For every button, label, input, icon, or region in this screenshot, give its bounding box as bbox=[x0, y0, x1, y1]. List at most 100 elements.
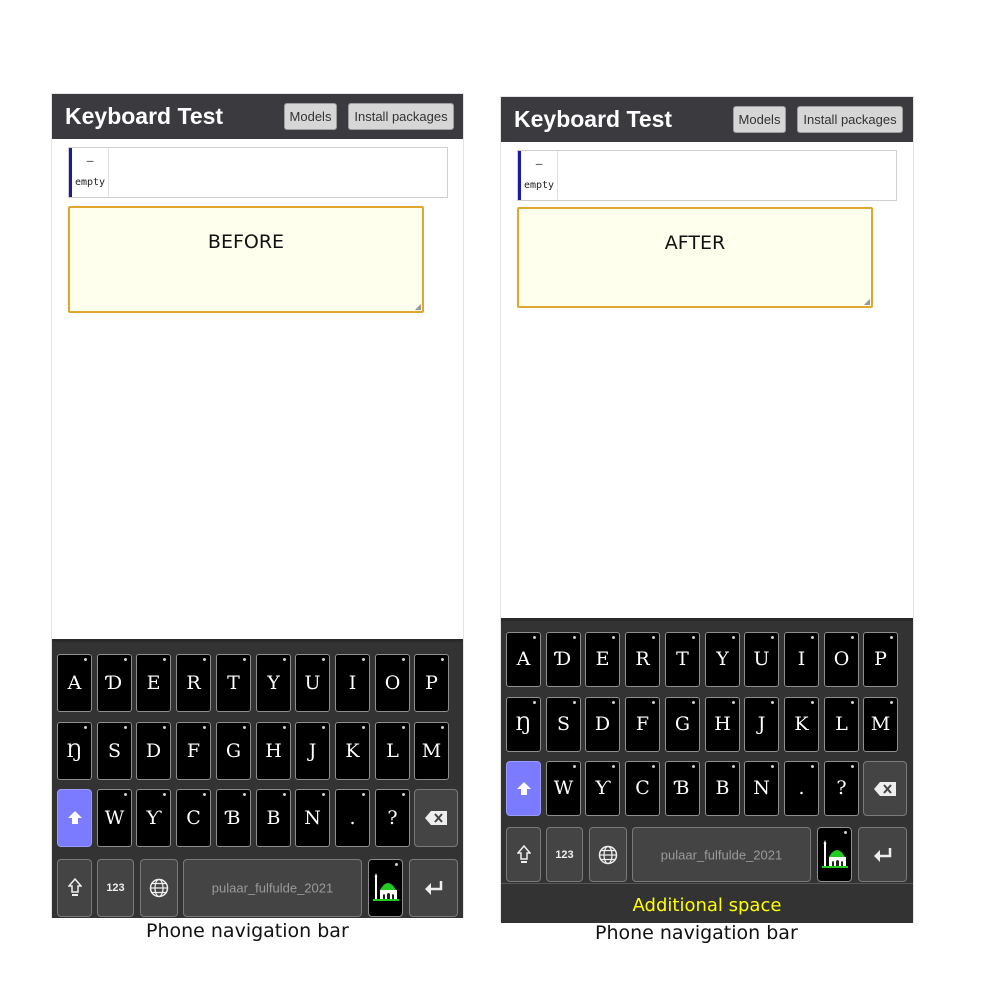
key-label: F bbox=[635, 713, 650, 735]
key-ŋ[interactable]: Ŋ bbox=[506, 697, 541, 752]
key-y[interactable]: Y bbox=[256, 654, 291, 712]
key-l[interactable]: L bbox=[824, 697, 859, 752]
key-t[interactable]: T bbox=[216, 654, 251, 712]
key-b[interactable]: B bbox=[705, 761, 740, 816]
key-ɓ[interactable]: Ɓ bbox=[216, 789, 251, 847]
globe-icon bbox=[598, 845, 618, 864]
long-press-dot-icon bbox=[692, 765, 695, 768]
key-l[interactable]: L bbox=[375, 722, 410, 780]
language-switch-key[interactable] bbox=[140, 859, 178, 917]
key-period[interactable]: . bbox=[784, 761, 819, 816]
key-t[interactable]: T bbox=[665, 632, 700, 687]
resize-grip-icon[interactable]: ◢ bbox=[415, 302, 421, 311]
key-r[interactable]: R bbox=[625, 632, 660, 687]
text-input-area[interactable]: AFTER ◢ bbox=[517, 207, 873, 308]
key-g[interactable]: G bbox=[216, 722, 251, 780]
long-press-dot-icon bbox=[890, 636, 893, 639]
key-i[interactable]: I bbox=[335, 654, 370, 712]
long-press-dot-icon bbox=[890, 701, 893, 704]
enter-key[interactable] bbox=[858, 827, 907, 882]
key-j[interactable]: J bbox=[295, 722, 330, 780]
caps-lock-key[interactable] bbox=[57, 859, 92, 917]
install-packages-button[interactable]: Install packages bbox=[797, 106, 903, 133]
phone-screen-before: Keyboard Test Models Install packages – … bbox=[51, 93, 464, 918]
long-press-dot-icon bbox=[203, 658, 206, 661]
key-w[interactable]: W bbox=[97, 789, 132, 847]
key-k[interactable]: K bbox=[335, 722, 370, 780]
key-n[interactable]: N bbox=[744, 761, 779, 816]
shift-key[interactable] bbox=[506, 761, 541, 816]
key-ƴ[interactable]: Ƴ bbox=[585, 761, 620, 816]
long-press-dot-icon bbox=[851, 636, 854, 639]
key-g[interactable]: G bbox=[665, 697, 700, 752]
key-m[interactable]: M bbox=[414, 722, 449, 780]
long-press-dot-icon bbox=[573, 636, 576, 639]
models-button[interactable]: Models bbox=[284, 103, 337, 130]
key-i[interactable]: I bbox=[784, 632, 819, 687]
app-header: Keyboard Test Models Install packages bbox=[501, 97, 913, 142]
numeric-key[interactable]: 123 bbox=[546, 827, 583, 882]
key-e[interactable]: E bbox=[136, 654, 171, 712]
key-d[interactable]: D bbox=[136, 722, 171, 780]
key-s[interactable]: S bbox=[97, 722, 132, 780]
key-u[interactable]: U bbox=[744, 632, 779, 687]
key-question[interactable]: ? bbox=[824, 761, 859, 816]
key-o[interactable]: O bbox=[375, 654, 410, 712]
key-f[interactable]: F bbox=[625, 697, 660, 752]
space-key[interactable]: pulaar_fulfulde_2021 bbox=[632, 827, 811, 882]
key-y[interactable]: Y bbox=[705, 632, 740, 687]
caps-lock-key[interactable] bbox=[506, 827, 541, 882]
key-r[interactable]: R bbox=[176, 654, 211, 712]
key-d[interactable]: D bbox=[585, 697, 620, 752]
numeric-key[interactable]: 123 bbox=[97, 859, 134, 917]
key-ƴ[interactable]: Ƴ bbox=[136, 789, 171, 847]
key-ŋ[interactable]: Ŋ bbox=[57, 722, 92, 780]
key-ɗ[interactable]: Ɗ bbox=[97, 654, 132, 712]
key-h[interactable]: H bbox=[705, 697, 740, 752]
key-label: G bbox=[225, 740, 242, 762]
install-packages-button[interactable]: Install packages bbox=[348, 103, 454, 130]
resize-grip-icon[interactable]: ◢ bbox=[864, 297, 870, 306]
key-f[interactable]: F bbox=[176, 722, 211, 780]
models-button[interactable]: Models bbox=[733, 106, 786, 133]
long-press-dot-icon bbox=[732, 636, 735, 639]
text-input-area[interactable]: BEFORE ◢ bbox=[68, 206, 424, 313]
key-label: J bbox=[757, 713, 766, 735]
key-b[interactable]: B bbox=[256, 789, 291, 847]
key-w[interactable]: W bbox=[546, 761, 581, 816]
mosque-key[interactable] bbox=[817, 827, 852, 882]
language-switch-key[interactable] bbox=[589, 827, 627, 882]
backspace-key[interactable] bbox=[414, 789, 458, 847]
key-u[interactable]: U bbox=[295, 654, 330, 712]
enter-key[interactable] bbox=[409, 859, 458, 917]
shift-key[interactable] bbox=[57, 789, 92, 847]
key-label: Ɓ bbox=[675, 777, 690, 799]
key-ɗ[interactable]: Ɗ bbox=[546, 632, 581, 687]
key-j[interactable]: J bbox=[744, 697, 779, 752]
key-label: B bbox=[266, 807, 281, 829]
key-a[interactable]: A bbox=[57, 654, 92, 712]
long-press-dot-icon bbox=[322, 726, 325, 729]
key-s[interactable]: S bbox=[546, 697, 581, 752]
key-question[interactable]: ? bbox=[375, 789, 410, 847]
key-p[interactable]: P bbox=[414, 654, 449, 712]
key-p[interactable]: P bbox=[863, 632, 898, 687]
key-a[interactable]: A bbox=[506, 632, 541, 687]
key-ɓ[interactable]: Ɓ bbox=[665, 761, 700, 816]
backspace-icon bbox=[425, 811, 447, 825]
key-e[interactable]: E bbox=[585, 632, 620, 687]
key-o[interactable]: O bbox=[824, 632, 859, 687]
key-c[interactable]: C bbox=[625, 761, 660, 816]
backspace-key[interactable] bbox=[863, 761, 907, 816]
key-period[interactable]: . bbox=[335, 789, 370, 847]
key-label: J bbox=[308, 740, 317, 762]
long-press-dot-icon bbox=[612, 701, 615, 704]
nav-bar-caption-before: Phone navigation bar bbox=[146, 920, 349, 942]
key-k[interactable]: K bbox=[784, 697, 819, 752]
key-h[interactable]: H bbox=[256, 722, 291, 780]
key-m[interactable]: M bbox=[863, 697, 898, 752]
key-n[interactable]: N bbox=[295, 789, 330, 847]
key-c[interactable]: C bbox=[176, 789, 211, 847]
mosque-key[interactable] bbox=[368, 859, 403, 917]
space-key[interactable]: pulaar_fulfulde_2021 bbox=[183, 859, 362, 917]
